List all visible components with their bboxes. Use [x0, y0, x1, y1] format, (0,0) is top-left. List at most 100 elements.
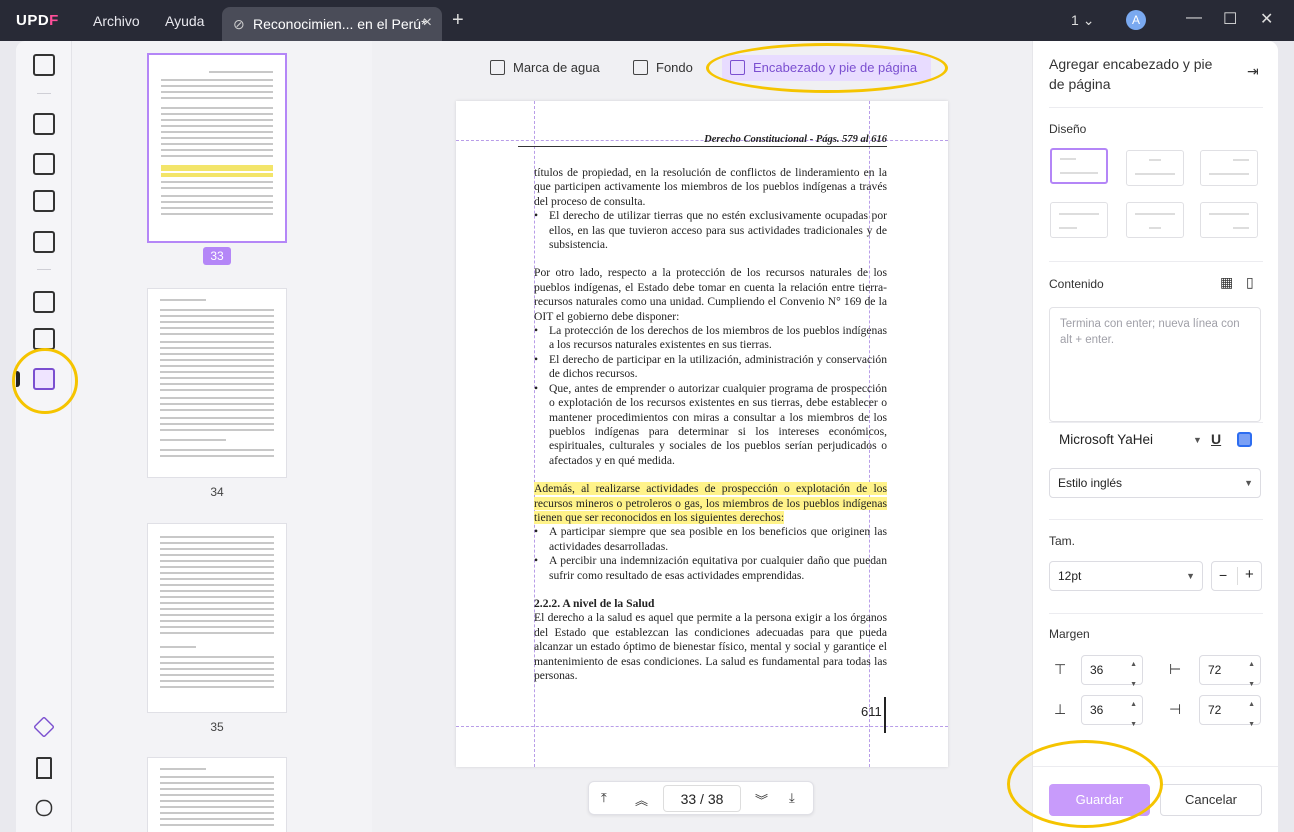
thumbnail-number: 34	[210, 485, 224, 499]
document-icon: ⊘	[233, 16, 245, 32]
increase-size-button[interactable]: +	[1245, 566, 1254, 583]
decrease-size-button[interactable]: −	[1219, 567, 1227, 583]
previous-page-button[interactable]: ︽	[635, 790, 648, 809]
thumbnail-page[interactable]	[147, 288, 287, 478]
divider	[1237, 567, 1238, 585]
running-header: Derecho Constitucional - Págs. 579 al 61…	[704, 134, 887, 145]
content-input[interactable]: Termina con enter; nueva línea con alt +…	[1049, 307, 1261, 422]
stepper-arrows-icon[interactable]: ▲ ▼	[1130, 660, 1137, 690]
style-select[interactable]: Estilo inglés ▼	[1049, 468, 1261, 498]
pdf-page[interactable]: Derecho Constitucional - Págs. 579 al 61…	[456, 101, 948, 767]
font-name: Microsoft YaHei	[1059, 432, 1154, 447]
highlighted-text[interactable]: Además, al realizarse actividades de pro…	[534, 482, 887, 524]
design-option-6[interactable]	[1200, 202, 1258, 238]
divider	[1049, 613, 1263, 614]
paragraph: El derecho a la salud es aquel que permi…	[534, 611, 887, 682]
reader-icon[interactable]	[33, 54, 55, 76]
thumbnail-page[interactable]	[147, 757, 287, 832]
avatar[interactable]: A	[1126, 10, 1146, 30]
section-heading: 2.2.2. A nivel de la Salud	[534, 596, 655, 610]
design-option-5[interactable]	[1126, 202, 1184, 238]
design-option-3[interactable]	[1200, 150, 1258, 186]
design-option-1[interactable]	[1050, 148, 1108, 184]
margin-left-input[interactable]: 72 ▲ ▼	[1199, 655, 1261, 688]
window-count-selector[interactable]: 1 ⌄	[1071, 12, 1094, 29]
margin-left-value: 72	[1208, 663, 1222, 677]
margin-bottom-input[interactable]: 36 ▲ ▼	[1081, 695, 1143, 728]
background-button[interactable]: Fondo	[633, 55, 693, 81]
thumbnail-page[interactable]	[147, 523, 287, 713]
maximize-button[interactable]: ☐	[1223, 9, 1237, 29]
page-separator: /	[700, 791, 704, 807]
background-label: Fondo	[656, 60, 693, 75]
design-label: Diseño	[1049, 122, 1087, 136]
organize-pages-icon[interactable]	[33, 291, 55, 313]
menu-archivo[interactable]: Archivo	[93, 13, 140, 29]
stepper-arrows-icon[interactable]: ▲ ▼	[1248, 660, 1255, 690]
thumbnail-page[interactable]	[147, 53, 287, 243]
stepper-arrows-icon[interactable]: ▲ ▼	[1130, 700, 1137, 730]
page-number: 611	[861, 704, 882, 719]
underline-button[interactable]: U	[1211, 431, 1221, 447]
close-tab-icon[interactable]: ×	[423, 14, 432, 32]
annotation-circle	[12, 348, 78, 414]
bookmark-icon[interactable]	[36, 757, 52, 779]
watermark-button[interactable]: Marca de agua	[490, 55, 600, 81]
window-count: 1	[1071, 12, 1079, 28]
background-icon	[633, 60, 648, 75]
document-tab[interactable]: ⊘ Reconocimien... en el Perú* ×	[222, 7, 442, 41]
header-footer-panel: Agregar encabezado y pie de página ⇥ Dis…	[1032, 41, 1278, 832]
color-picker[interactable]	[1237, 432, 1252, 447]
font-selector[interactable]: Microsoft YaHei ▼	[1059, 432, 1202, 447]
close-window-button[interactable]: ✕	[1260, 9, 1273, 29]
page-number-icon[interactable]: ▯	[1246, 274, 1254, 291]
margin-top-input[interactable]: 36 ▲ ▼	[1081, 655, 1143, 688]
margin-right-input[interactable]: 72 ▲ ▼	[1199, 695, 1261, 728]
divider	[1049, 261, 1263, 262]
menu-ayuda[interactable]: Ayuda	[165, 13, 204, 29]
minimize-button[interactable]: —	[1186, 9, 1202, 27]
page-number-bar	[884, 697, 886, 733]
bullet-item: Que, antes de emprender o autorizar cual…	[534, 382, 887, 468]
total-pages: 38	[707, 791, 724, 807]
paragraph: títulos de propiedad, en la resolución d…	[534, 166, 887, 208]
attachment-icon[interactable]	[35, 799, 53, 817]
exit-panel-icon[interactable]: ⇥	[1247, 63, 1259, 80]
bullet-item: La protección de los derechos de los mie…	[534, 324, 887, 353]
panel-title: Agregar encabezado y pie de página	[1049, 56, 1213, 92]
cancel-button[interactable]: Cancelar	[1160, 784, 1262, 816]
comment-icon[interactable]	[33, 113, 55, 135]
margin-top-value: 36	[1090, 663, 1104, 677]
paragraph: Además, al realizarse actividades de pro…	[534, 482, 887, 525]
workspace: 33 34 35 Marca de agua Fondo Encabezado …	[16, 41, 1278, 832]
new-tab-button[interactable]: +	[452, 9, 464, 32]
design-option-4[interactable]	[1050, 202, 1108, 238]
size-select[interactable]: 12pt ▼	[1049, 561, 1203, 591]
calendar-icon[interactable]: ▦	[1220, 274, 1233, 291]
layers-icon[interactable]	[33, 716, 55, 738]
crop-icon[interactable]	[33, 328, 55, 350]
stepper-arrows-icon[interactable]: ▲ ▼	[1248, 700, 1255, 730]
edit-icon[interactable]	[33, 153, 55, 175]
margin-left-icon: ⊢	[1169, 661, 1182, 677]
annotation-circle	[1007, 740, 1163, 828]
fill-sign-icon[interactable]	[33, 231, 55, 253]
size-label: Tam.	[1049, 534, 1076, 548]
divider	[37, 269, 51, 270]
size-stepper: − +	[1211, 561, 1262, 591]
last-page-button[interactable]: ⤓	[789, 790, 795, 806]
bullet-item: A participar siempre que sea posible en …	[534, 525, 887, 554]
page-input[interactable]: 33 / 38	[663, 785, 741, 812]
design-option-2[interactable]	[1126, 150, 1184, 186]
bullet-item: A percibir una indemnización equitativa …	[534, 554, 887, 583]
first-page-button[interactable]: ⤒	[601, 790, 607, 806]
current-page: 33	[680, 791, 697, 807]
thumbnail-number: 35	[210, 720, 224, 734]
form-icon[interactable]	[33, 190, 55, 212]
margin-label: Margen	[1049, 627, 1090, 641]
bullet-item: El derecho de utilizar tierras que no es…	[534, 209, 887, 252]
next-page-button[interactable]: ︾	[755, 790, 768, 809]
